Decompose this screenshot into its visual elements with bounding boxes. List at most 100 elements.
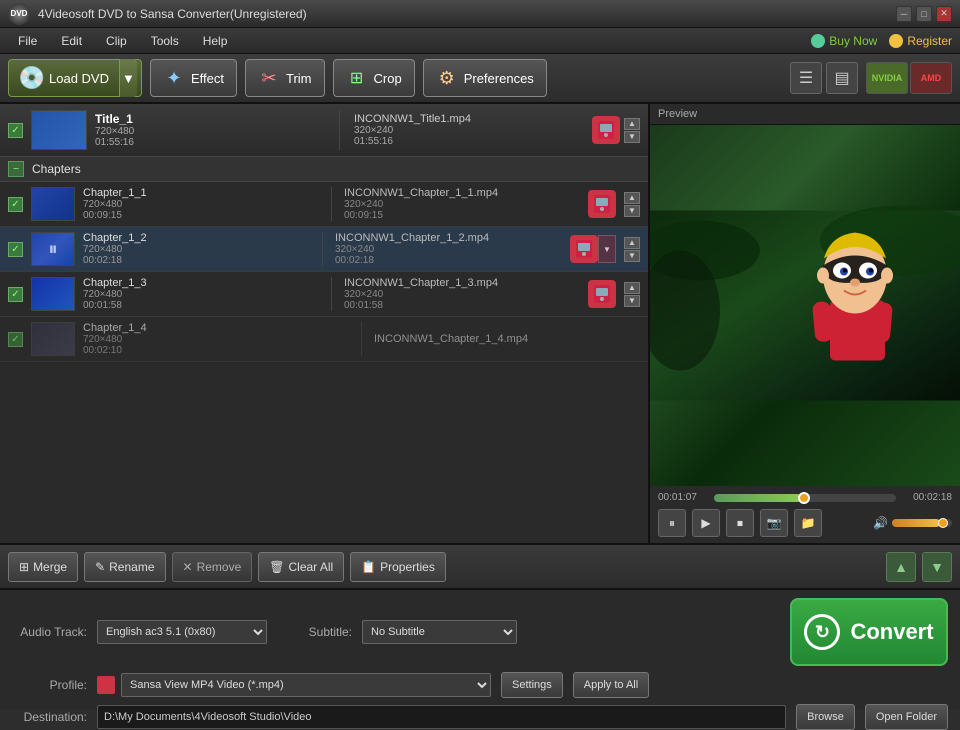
toolbar: 💿 Load DVD ▼ ✦ Effect ✂ Trim ⊞ Crop ⚙ Pr… bbox=[0, 54, 960, 104]
remove-button[interactable]: ✕ Remove bbox=[172, 552, 253, 582]
chapter3-up[interactable]: ▲ bbox=[624, 282, 640, 294]
chapter2-output-res: 320×240 bbox=[335, 244, 562, 255]
folder-button[interactable]: 📁 bbox=[794, 509, 822, 537]
settings-button[interactable]: Settings bbox=[501, 672, 563, 698]
rename-label: Rename bbox=[109, 560, 154, 574]
list-view-button[interactable]: ☰ bbox=[790, 62, 822, 94]
chapter1-arrows: ▲ ▼ bbox=[624, 192, 640, 217]
chapter2-up[interactable]: ▲ bbox=[624, 237, 640, 249]
progress-fill bbox=[714, 494, 801, 502]
apply-to-all-button[interactable]: Apply to All bbox=[573, 672, 649, 698]
browse-button[interactable]: Browse bbox=[796, 704, 855, 730]
subtitle-select[interactable]: No Subtitle bbox=[362, 620, 517, 644]
effect-button[interactable]: ✦ Effect bbox=[150, 59, 237, 97]
chapter1-device-icon bbox=[588, 190, 616, 218]
register-button[interactable]: Register bbox=[889, 34, 952, 48]
move-down-button[interactable]: ▼ bbox=[922, 552, 952, 582]
volume-bar[interactable] bbox=[892, 519, 952, 527]
settings-bar: Audio Track: English ac3 5.1 (0x80) Subt… bbox=[0, 589, 960, 709]
maximize-button[interactable]: □ bbox=[916, 6, 932, 22]
properties-icon: 📋 bbox=[361, 560, 376, 574]
chapter3-checkbox[interactable]: ✓ bbox=[8, 287, 23, 302]
chapter1-up[interactable]: ▲ bbox=[624, 192, 640, 204]
menu-tools[interactable]: Tools bbox=[141, 31, 189, 51]
chapter2-checkbox[interactable]: ✓ bbox=[8, 242, 23, 257]
chapter4-output-file: INCONNW1_Chapter_1_4.mp4 bbox=[374, 333, 640, 345]
chapters-expand-button[interactable]: − bbox=[8, 161, 24, 177]
chapter4-thumbnail bbox=[31, 322, 75, 356]
chapter2-info: Chapter_1_2 720×480 00:02:18 bbox=[83, 232, 310, 266]
convert-icon: ↻ bbox=[804, 614, 840, 650]
chapter4-output: INCONNW1_Chapter_1_4.mp4 bbox=[374, 333, 640, 345]
app-title: 4Videosoft DVD to Sansa Converter(Unregi… bbox=[38, 7, 896, 21]
preferences-button[interactable]: ⚙ Preferences bbox=[423, 59, 547, 97]
menu-edit[interactable]: Edit bbox=[51, 31, 92, 51]
chapter1-down[interactable]: ▼ bbox=[624, 205, 640, 217]
title-output: INCONNW1_Title1.mp4 320×240 01:55:16 bbox=[354, 113, 584, 147]
profile-select[interactable]: Sansa View MP4 Video (*.mp4) bbox=[121, 673, 491, 697]
stop-button[interactable]: ⏹ bbox=[726, 509, 754, 537]
chapter3-output-file: INCONNW1_Chapter_1_3.mp4 bbox=[344, 277, 580, 289]
chapter2-down[interactable]: ▼ bbox=[624, 250, 640, 262]
scroll-down-arrow[interactable]: ▼ bbox=[624, 131, 640, 143]
title-checkbox[interactable]: ✓ bbox=[8, 123, 23, 138]
destination-label: Destination: bbox=[12, 710, 87, 724]
effect-icon: ✦ bbox=[163, 67, 185, 89]
properties-button[interactable]: 📋 Properties bbox=[350, 552, 446, 582]
nvidia-badge: NVIDIA bbox=[866, 62, 908, 94]
chapter1-dur: 00:09:15 bbox=[83, 210, 319, 221]
volume-thumb[interactable] bbox=[938, 518, 948, 528]
buy-now-button[interactable]: Buy Now bbox=[811, 34, 877, 48]
window-controls[interactable]: ─ □ ✕ bbox=[896, 6, 952, 22]
scroll-up-arrow[interactable]: ▲ bbox=[624, 118, 640, 130]
chapter2-output: INCONNW1_Chapter_1_2.mp4 320×240 00:02:1… bbox=[335, 232, 562, 266]
chapter1-checkbox[interactable]: ✓ bbox=[8, 197, 23, 212]
crop-button[interactable]: ⊞ Crop bbox=[333, 59, 415, 97]
register-label: Register bbox=[907, 34, 952, 48]
chapter2-device-icon bbox=[570, 235, 598, 263]
play-button[interactable]: ▶ bbox=[692, 509, 720, 537]
audio-track-row: Audio Track: English ac3 5.1 (0x80) Subt… bbox=[12, 598, 948, 666]
chapter4-checkbox[interactable]: ✓ bbox=[8, 332, 23, 347]
chapter2-output-dur: 00:02:18 bbox=[335, 255, 562, 266]
chapter4-name: Chapter_1_4 bbox=[83, 322, 349, 334]
output-filename: INCONNW1_Title1.mp4 bbox=[354, 113, 584, 125]
chapter3-device-icon bbox=[588, 280, 616, 308]
remove-label: Remove bbox=[197, 560, 242, 574]
pause-button[interactable]: ⏸ bbox=[658, 509, 686, 537]
minimize-button[interactable]: ─ bbox=[896, 6, 912, 22]
rename-button[interactable]: ✎ Rename bbox=[84, 552, 165, 582]
profile-row: Profile: Sansa View MP4 Video (*.mp4) Se… bbox=[12, 672, 948, 698]
properties-label: Properties bbox=[380, 560, 435, 574]
destination-input[interactable] bbox=[97, 705, 786, 729]
chapters-label: Chapters bbox=[32, 162, 81, 176]
audio-track-select[interactable]: English ac3 5.1 (0x80) bbox=[97, 620, 267, 644]
menu-clip[interactable]: Clip bbox=[96, 31, 137, 51]
merge-icon: ⊞ bbox=[19, 560, 29, 574]
title-thumbnail bbox=[31, 110, 87, 150]
chapter2-format-dropdown[interactable]: ▼ bbox=[598, 235, 616, 263]
clear-all-button[interactable]: 🗑 Clear All bbox=[258, 552, 344, 582]
menu-right: Buy Now Register bbox=[811, 34, 952, 48]
chapter3-thumbnail bbox=[31, 277, 75, 311]
effect-label: Effect bbox=[191, 71, 224, 86]
load-dvd-button[interactable]: 💿 Load DVD ▼ bbox=[8, 59, 142, 97]
current-time: 00:01:07 bbox=[658, 492, 708, 503]
load-dvd-dropdown[interactable]: ▼ bbox=[119, 59, 137, 97]
gear-icon: ⚙ bbox=[436, 67, 458, 89]
chapter1-output: INCONNW1_Chapter_1_1.mp4 320×240 00:09:1… bbox=[344, 187, 580, 221]
screenshot-button[interactable]: 📷 bbox=[760, 509, 788, 537]
menu-file[interactable]: File bbox=[8, 31, 47, 51]
move-up-button[interactable]: ▲ bbox=[886, 552, 916, 582]
preview-video bbox=[650, 125, 960, 486]
chapter3-down[interactable]: ▼ bbox=[624, 295, 640, 307]
menu-help[interactable]: Help bbox=[193, 31, 238, 51]
merge-button[interactable]: ⊞ Merge bbox=[8, 552, 78, 582]
close-button[interactable]: ✕ bbox=[936, 6, 952, 22]
progress-thumb[interactable] bbox=[798, 492, 810, 504]
trim-button[interactable]: ✂ Trim bbox=[245, 59, 325, 97]
convert-button[interactable]: ↻ Convert bbox=[790, 598, 948, 666]
progress-bar[interactable] bbox=[714, 494, 896, 502]
grid-view-button[interactable]: ▤ bbox=[826, 62, 858, 94]
open-folder-button[interactable]: Open Folder bbox=[865, 704, 948, 730]
